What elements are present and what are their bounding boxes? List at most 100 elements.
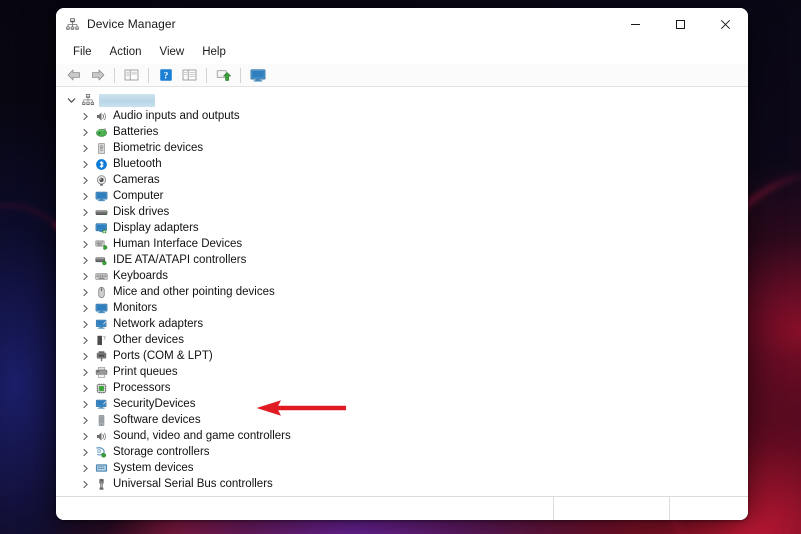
monitor-update-icon xyxy=(250,69,265,82)
storage-controller-icon xyxy=(93,444,110,460)
chevron-right-icon[interactable] xyxy=(78,460,93,476)
bluetooth-icon xyxy=(93,156,110,172)
help-button[interactable]: ? xyxy=(154,65,177,85)
chevron-right-icon[interactable] xyxy=(78,140,93,156)
maximize-button[interactable] xyxy=(658,8,703,40)
chevron-right-icon[interactable] xyxy=(78,348,93,364)
security-device-icon xyxy=(93,396,110,412)
tree-item-other-devices[interactable]: ? Other devices xyxy=(56,332,748,348)
chevron-right-icon[interactable] xyxy=(78,188,93,204)
chevron-down-icon[interactable] xyxy=(64,92,79,108)
chevron-right-icon[interactable] xyxy=(78,252,93,268)
chevron-right-icon[interactable] xyxy=(78,300,93,316)
tree-item-label: Network adapters xyxy=(113,318,204,330)
menu-item-action[interactable]: Action xyxy=(101,43,151,62)
speaker-icon xyxy=(93,108,110,124)
forward-button[interactable] xyxy=(86,65,109,85)
tree-item-label: Monitors xyxy=(113,302,158,314)
tree-item-processors[interactable]: Processors xyxy=(56,380,748,396)
chevron-right-icon[interactable] xyxy=(78,332,93,348)
tree-root-item[interactable] xyxy=(56,92,748,108)
computer-name-redaction xyxy=(99,93,155,107)
tree-item-label: Processors xyxy=(113,382,171,394)
chevron-right-icon[interactable] xyxy=(78,236,93,252)
update-driver-button[interactable] xyxy=(246,65,269,85)
other-devices-icon: ? xyxy=(93,332,110,348)
tree-item-bluetooth[interactable]: Bluetooth xyxy=(56,156,748,172)
sound-controller-icon xyxy=(93,428,110,444)
tree-item-label: Computer xyxy=(113,190,164,202)
tree-item-system-devices[interactable]: System devices xyxy=(56,460,748,476)
computer-icon xyxy=(93,188,110,204)
chevron-right-icon[interactable] xyxy=(78,156,93,172)
chevron-right-icon[interactable] xyxy=(78,364,93,380)
tree-item-ports-com-and-lpt[interactable]: Ports (COM & LPT) xyxy=(56,348,748,364)
window-controls xyxy=(613,8,748,40)
chevron-right-icon[interactable] xyxy=(78,220,93,236)
tree-item-storage-controllers[interactable]: Storage controllers xyxy=(56,444,748,460)
back-button[interactable] xyxy=(62,65,85,85)
toolbar: ? xyxy=(56,64,748,87)
tree-item-mice-and-other-pointing-devices[interactable]: Mice and other pointing devices xyxy=(56,284,748,300)
svg-text:?: ? xyxy=(103,335,106,342)
forward-arrow-icon xyxy=(91,69,104,81)
chevron-right-icon[interactable] xyxy=(78,316,93,332)
tree-item-computer[interactable]: Computer xyxy=(56,188,748,204)
display-adapter-icon xyxy=(93,220,110,236)
chevron-right-icon[interactable] xyxy=(78,428,93,444)
chevron-right-icon[interactable] xyxy=(78,172,93,188)
chevron-right-icon[interactable] xyxy=(78,268,93,284)
toolbar-separator-2 xyxy=(148,67,149,83)
port-icon xyxy=(93,348,110,364)
tree-item-software-devices[interactable]: Software devices xyxy=(56,412,748,428)
tree-item-display-adapters[interactable]: Display adapters xyxy=(56,220,748,236)
back-arrow-icon xyxy=(67,69,80,81)
close-button[interactable] xyxy=(703,8,748,40)
tree-item-label: IDE ATA/ATAPI controllers xyxy=(113,254,247,266)
device-manager-icon xyxy=(65,17,80,32)
tree-item-label: Ports (COM & LPT) xyxy=(113,350,213,362)
tree-item-label: Print queues xyxy=(113,366,178,378)
keyboard-icon xyxy=(93,268,110,284)
properties-button[interactable] xyxy=(178,65,201,85)
status-pane-secondary xyxy=(554,497,670,520)
chevron-right-icon[interactable] xyxy=(78,108,93,124)
chevron-right-icon[interactable] xyxy=(78,476,93,492)
tree-item-disk-drives[interactable]: Disk drives xyxy=(56,204,748,220)
tree-item-batteries[interactable]: Batteries xyxy=(56,124,748,140)
title-bar[interactable]: Device Manager xyxy=(56,8,748,40)
tree-item-human-interface-devices[interactable]: Human Interface Devices xyxy=(56,236,748,252)
tree-item-biometric-devices[interactable]: Biometric devices xyxy=(56,140,748,156)
ide-controller-icon xyxy=(93,252,110,268)
show-hide-console-tree-button[interactable] xyxy=(120,65,143,85)
chevron-right-icon[interactable] xyxy=(78,284,93,300)
device-tree-pane[interactable]: Audio inputs and outputs Batteries Biome… xyxy=(56,87,748,496)
menu-item-file[interactable]: File xyxy=(64,43,101,62)
tree-item-keyboards[interactable]: Keyboards xyxy=(56,268,748,284)
tree-item-cameras[interactable]: Cameras xyxy=(56,172,748,188)
tree-item-network-adapters[interactable]: Network adapters xyxy=(56,316,748,332)
tree-item-label: Sound, video and game controllers xyxy=(113,430,291,442)
menu-item-help[interactable]: Help xyxy=(193,43,235,62)
menu-item-view[interactable]: View xyxy=(151,43,194,62)
tree-item-audio-inputs-and-outputs[interactable]: Audio inputs and outputs xyxy=(56,108,748,124)
tree-item-universal-serial-bus-controllers[interactable]: Universal Serial Bus controllers xyxy=(56,476,748,492)
computer-root-icon xyxy=(79,92,96,108)
scan-hardware-changes-button[interactable] xyxy=(212,65,235,85)
chevron-right-icon[interactable] xyxy=(78,396,93,412)
chevron-right-icon[interactable] xyxy=(78,444,93,460)
tree-item-security-devices[interactable]: SecurityDevices xyxy=(56,396,748,412)
tree-item-print-queues[interactable]: Print queues xyxy=(56,364,748,380)
tree-item-label: System devices xyxy=(113,462,194,474)
system-device-icon xyxy=(93,460,110,476)
tree-item-monitors[interactable]: Monitors xyxy=(56,300,748,316)
tree-item-label: Universal Serial Bus controllers xyxy=(113,478,273,490)
minimize-button[interactable] xyxy=(613,8,658,40)
chevron-right-icon[interactable] xyxy=(78,380,93,396)
tree-item-label: Human Interface Devices xyxy=(113,238,243,250)
tree-item-sound-video-and-game-controllers[interactable]: Sound, video and game controllers xyxy=(56,428,748,444)
tree-item-ide-ata-atapi-controllers[interactable]: IDE ATA/ATAPI controllers xyxy=(56,252,748,268)
chevron-right-icon[interactable] xyxy=(78,412,93,428)
chevron-right-icon[interactable] xyxy=(78,204,93,220)
chevron-right-icon[interactable] xyxy=(78,124,93,140)
